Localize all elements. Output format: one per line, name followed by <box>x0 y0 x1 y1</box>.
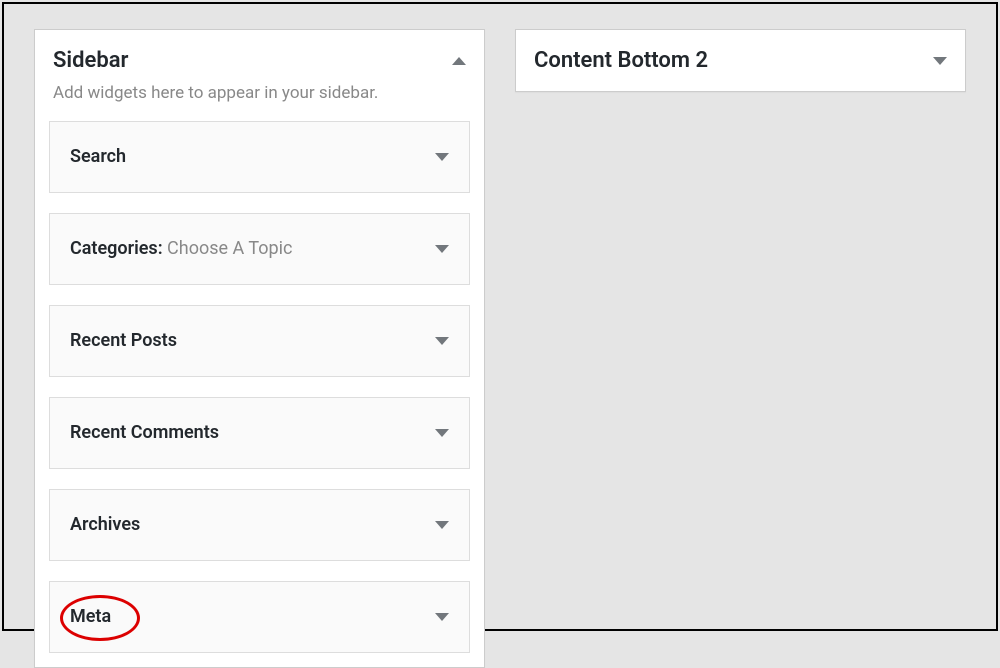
chevron-down-icon <box>435 245 449 253</box>
widget-label: Categories: <box>70 238 163 259</box>
chevron-down-icon <box>933 57 947 65</box>
widget-label: Recent Comments <box>70 422 219 443</box>
sidebar-widget-list: Search Categories: Choose A Topic Recent… <box>35 121 484 667</box>
widget-title: Search <box>70 146 126 167</box>
widget-label: Recent Posts <box>70 330 177 351</box>
sidebar-panel-header[interactable]: Sidebar <box>35 30 484 81</box>
widget-label: Archives <box>70 514 140 535</box>
widgets-admin-page: Sidebar Add widgets here to appear in yo… <box>2 2 998 631</box>
widget-title: Meta <box>70 606 111 627</box>
chevron-down-icon <box>435 613 449 621</box>
widget-recent-comments[interactable]: Recent Comments <box>49 397 470 469</box>
widget-title: Recent Posts <box>70 330 177 351</box>
widget-suffix: Choose A Topic <box>163 238 293 259</box>
widget-title: Categories: Choose A Topic <box>70 238 292 259</box>
chevron-down-icon <box>435 337 449 345</box>
sidebar-panel-title: Sidebar <box>53 48 128 73</box>
widget-meta[interactable]: Meta <box>49 581 470 653</box>
content-bottom-2-panel-header[interactable]: Content Bottom 2 <box>516 30 965 91</box>
content-bottom-2-widget-area-panel: Content Bottom 2 <box>515 29 966 92</box>
widget-label: Search <box>70 146 126 167</box>
chevron-down-icon <box>435 153 449 161</box>
widget-title: Recent Comments <box>70 422 219 443</box>
widget-archives[interactable]: Archives <box>49 489 470 561</box>
sidebar-panel-description: Add widgets here to appear in your sideb… <box>35 81 484 121</box>
widget-recent-posts[interactable]: Recent Posts <box>49 305 470 377</box>
content-bottom-2-panel-title: Content Bottom 2 <box>534 48 708 73</box>
chevron-up-icon <box>452 57 466 65</box>
widget-title: Archives <box>70 514 140 535</box>
widget-search[interactable]: Search <box>49 121 470 193</box>
widget-categories[interactable]: Categories: Choose A Topic <box>49 213 470 285</box>
sidebar-widget-area-panel: Sidebar Add widgets here to appear in yo… <box>34 29 485 668</box>
widget-label: Meta <box>70 606 111 627</box>
chevron-down-icon <box>435 429 449 437</box>
chevron-down-icon <box>435 521 449 529</box>
